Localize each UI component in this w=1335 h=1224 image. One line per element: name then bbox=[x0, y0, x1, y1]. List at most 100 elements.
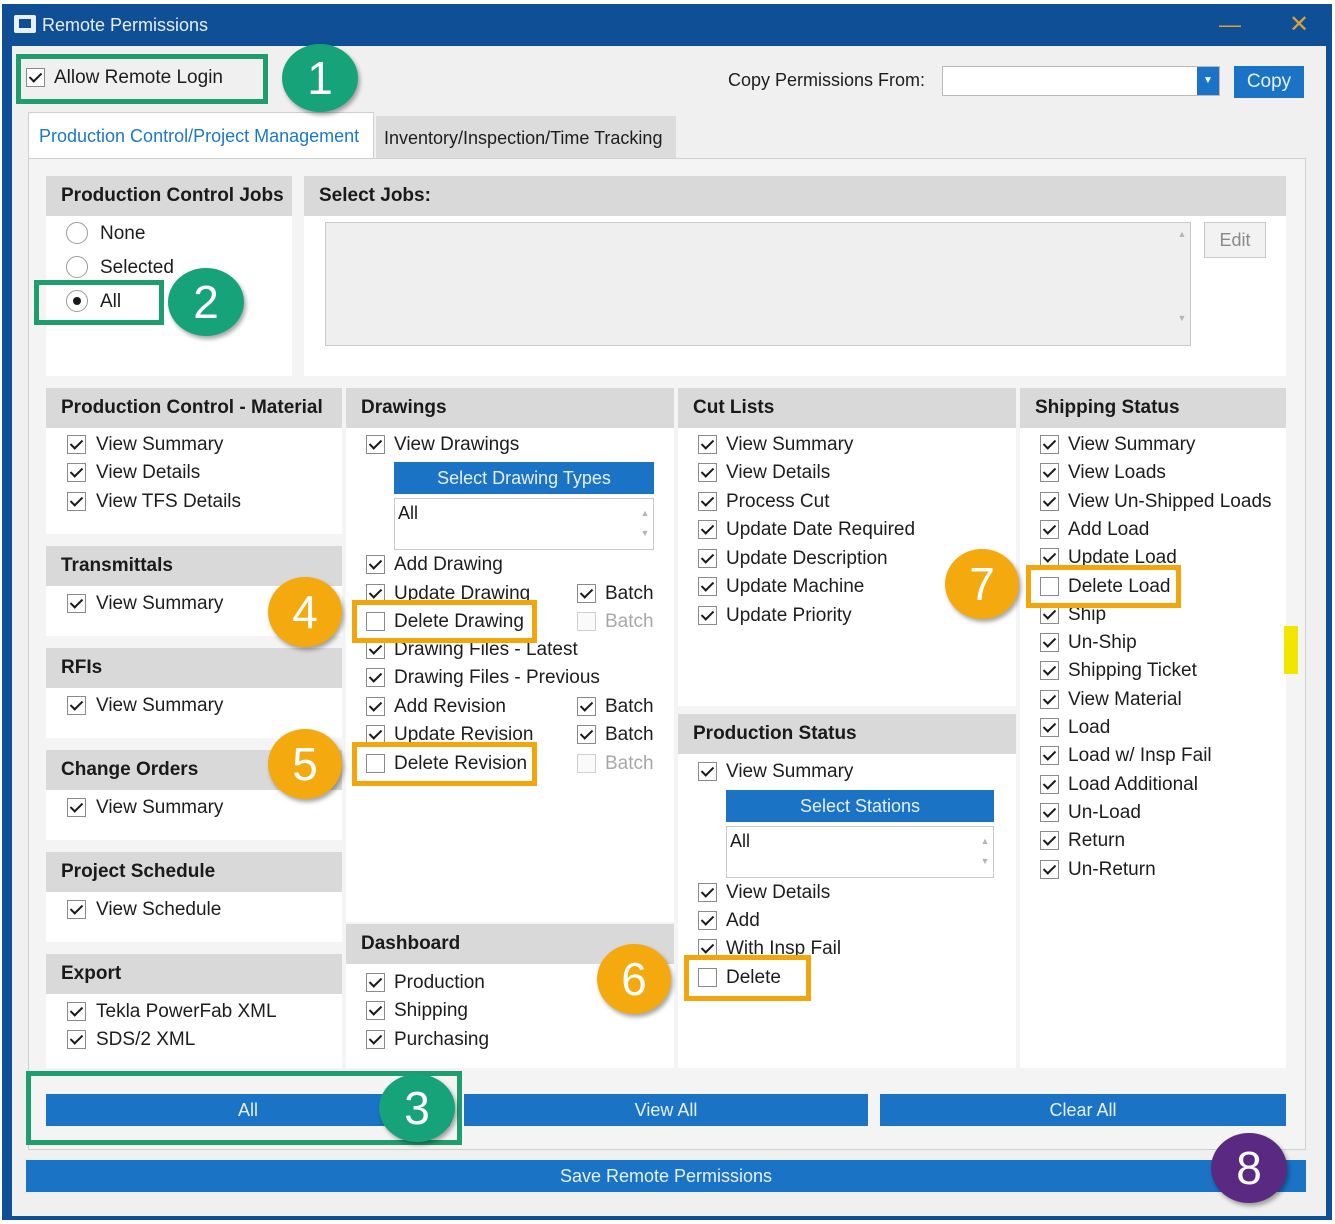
callout-badge-7: 7 bbox=[945, 549, 1019, 619]
view-drawings-checkbox[interactable] bbox=[366, 435, 385, 454]
scrollbar[interactable]: ▲ ▼ bbox=[1176, 227, 1188, 343]
cut-lists-update-date-checkbox[interactable] bbox=[698, 520, 717, 539]
title-bar: Remote Permissions — ✕ bbox=[2, 4, 1332, 44]
shipping-item-checkbox[interactable] bbox=[1040, 661, 1059, 680]
shipping-item-checkbox[interactable] bbox=[1040, 831, 1059, 850]
tab-production-control[interactable]: Production Control/Project Management bbox=[28, 112, 374, 158]
material-header: Production Control - Material bbox=[46, 388, 342, 428]
chevron-down-icon[interactable]: ▼ bbox=[1197, 67, 1219, 95]
save-remote-permissions-button[interactable]: Save Remote Permissions bbox=[26, 1160, 1306, 1192]
shipping-item-label: View Material bbox=[1068, 689, 1182, 710]
select-jobs-header: Select Jobs: bbox=[304, 176, 1286, 216]
rfis-header: RFIs bbox=[46, 648, 342, 688]
cut-lists-view-details-checkbox[interactable] bbox=[698, 463, 717, 482]
update-drawing-batch-checkbox[interactable] bbox=[577, 584, 596, 603]
material-view-tfs-checkbox[interactable] bbox=[67, 492, 86, 511]
cut-lists-process-cut-label: Process Cut bbox=[726, 491, 830, 512]
delete-drawing-batch-checkbox[interactable] bbox=[577, 612, 596, 631]
production-status-view-summary-label: View Summary bbox=[726, 761, 854, 782]
drawing-types-list[interactable]: All ▲ ▼ bbox=[394, 498, 654, 550]
material-view-tfs-label: View TFS Details bbox=[96, 491, 242, 512]
export-tekla-checkbox[interactable] bbox=[67, 1002, 86, 1021]
cut-lists-header: Cut Lists bbox=[678, 388, 1016, 428]
production-status-add-checkbox[interactable] bbox=[698, 911, 717, 930]
shipping-status-panel bbox=[1020, 388, 1286, 1068]
add-revision-checkbox[interactable] bbox=[366, 697, 385, 716]
tab-inventory-inspection[interactable]: Inventory/Inspection/Time Tracking bbox=[376, 116, 676, 158]
cut-lists-process-cut-checkbox[interactable] bbox=[698, 492, 717, 511]
material-view-summary-checkbox[interactable] bbox=[67, 435, 86, 454]
shipping-item-checkbox[interactable] bbox=[1040, 718, 1059, 737]
transmittals-view-summary-checkbox[interactable] bbox=[67, 594, 86, 613]
select-stations-button[interactable]: Select Stations bbox=[726, 790, 994, 822]
export-tekla-label: Tekla PowerFab XML bbox=[96, 1001, 277, 1022]
drawings-header: Drawings bbox=[346, 388, 674, 428]
add-revision-batch-checkbox[interactable] bbox=[577, 697, 596, 716]
select-drawing-types-button[interactable]: Select Drawing Types bbox=[394, 462, 654, 494]
production-status-view-summary-checkbox[interactable] bbox=[698, 762, 717, 781]
add-revision-batch-label: Batch bbox=[605, 696, 654, 717]
cut-lists-update-priority-checkbox[interactable] bbox=[698, 606, 717, 625]
copy-button[interactable]: Copy bbox=[1234, 66, 1304, 98]
scrollbar[interactable]: ▲ ▼ bbox=[979, 831, 991, 871]
cut-lists-view-summary-checkbox[interactable] bbox=[698, 435, 717, 454]
add-drawing-checkbox[interactable] bbox=[366, 555, 385, 574]
delete-drawing-batch-label: Batch bbox=[605, 611, 654, 632]
minimize-icon[interactable]: — bbox=[1219, 12, 1241, 38]
view-all-button[interactable]: View All bbox=[464, 1094, 868, 1126]
scrollbar[interactable]: ▲ ▼ bbox=[639, 503, 651, 543]
delete-revision-batch-label: Batch bbox=[605, 753, 654, 774]
cut-lists-update-priority-label: Update Priority bbox=[726, 605, 852, 626]
export-sds2-label: SDS/2 XML bbox=[96, 1029, 196, 1050]
delete-revision-batch-checkbox[interactable] bbox=[577, 754, 596, 773]
edit-jobs-button[interactable]: Edit bbox=[1204, 222, 1266, 258]
shipping-item-label: Return bbox=[1068, 830, 1126, 851]
shipping-item-checkbox[interactable] bbox=[1040, 520, 1059, 539]
clear-all-button[interactable]: Clear All bbox=[880, 1094, 1286, 1126]
shipping-item-checkbox[interactable] bbox=[1040, 746, 1059, 765]
cut-lists-update-machine-checkbox[interactable] bbox=[698, 577, 717, 596]
tab-label: Inventory/Inspection/Time Tracking bbox=[384, 128, 663, 148]
cut-lists-update-description-checkbox[interactable] bbox=[698, 549, 717, 568]
stations-list[interactable]: All ▲ ▼ bbox=[726, 826, 994, 878]
change-orders-view-summary-checkbox[interactable] bbox=[67, 798, 86, 817]
transmittals-view-summary-label: View Summary bbox=[96, 593, 224, 614]
callout-badge-1: 1 bbox=[282, 44, 358, 112]
radio-none[interactable] bbox=[66, 222, 88, 244]
cut-lists-update-machine-label: Update Machine bbox=[726, 576, 865, 597]
jobs-list[interactable]: ▲ ▼ bbox=[325, 222, 1191, 346]
dashboard-shipping-label: Shipping bbox=[394, 1000, 468, 1021]
callout-badge-5: 5 bbox=[268, 729, 342, 799]
drawing-files-previous-checkbox[interactable] bbox=[366, 668, 385, 687]
drawing-types-value: All bbox=[398, 503, 419, 523]
production-status-view-details-label: View Details bbox=[726, 882, 831, 903]
shipping-item-label: Add Load bbox=[1068, 519, 1150, 540]
shipping-item-checkbox[interactable] bbox=[1040, 435, 1059, 454]
dashboard-production-checkbox[interactable] bbox=[366, 973, 385, 992]
shipping-item-checkbox[interactable] bbox=[1040, 775, 1059, 794]
export-sds2-checkbox[interactable] bbox=[67, 1030, 86, 1049]
cut-lists-view-summary-label: View Summary bbox=[726, 434, 854, 455]
dashboard-shipping-checkbox[interactable] bbox=[366, 1001, 385, 1020]
copy-permissions-label: Copy Permissions From: bbox=[728, 70, 926, 90]
update-revision-batch-checkbox[interactable] bbox=[577, 725, 596, 744]
material-view-details-checkbox[interactable] bbox=[67, 463, 86, 482]
shipping-item-checkbox[interactable] bbox=[1040, 463, 1059, 482]
shipping-item-checkbox[interactable] bbox=[1040, 492, 1059, 511]
window-title: Remote Permissions bbox=[42, 15, 209, 35]
copy-permissions-dropdown[interactable]: ▼ bbox=[942, 66, 1220, 96]
shipping-item-checkbox[interactable] bbox=[1040, 633, 1059, 652]
dashboard-purchasing-checkbox[interactable] bbox=[366, 1030, 385, 1049]
radio-selected[interactable] bbox=[66, 256, 88, 278]
close-icon[interactable]: ✕ bbox=[1289, 10, 1309, 39]
rfis-view-summary-checkbox[interactable] bbox=[67, 696, 86, 715]
shipping-item-checkbox[interactable] bbox=[1040, 690, 1059, 709]
production-status-view-details-checkbox[interactable] bbox=[698, 883, 717, 902]
shipping-item-checkbox[interactable] bbox=[1040, 803, 1059, 822]
project-schedule-view-checkbox[interactable] bbox=[67, 900, 86, 919]
production-status-header: Production Status bbox=[678, 714, 1016, 754]
callout-box-1 bbox=[16, 54, 268, 104]
dashboard-production-label: Production bbox=[394, 972, 485, 993]
shipping-item-label: Load w/ Insp Fail bbox=[1068, 745, 1212, 766]
shipping-item-checkbox[interactable] bbox=[1040, 860, 1059, 879]
